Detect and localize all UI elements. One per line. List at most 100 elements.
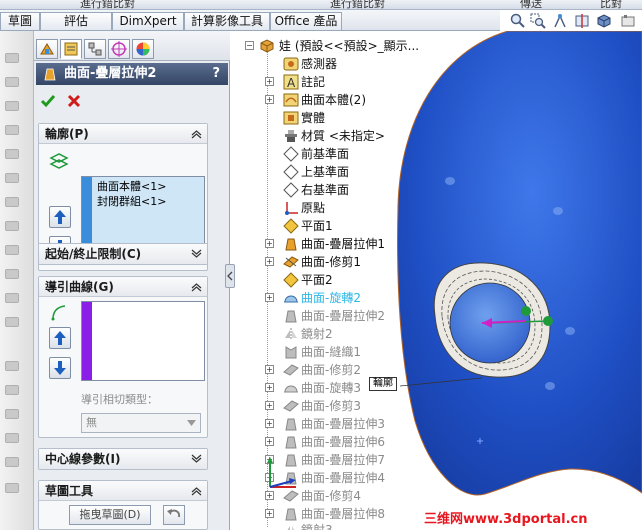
tree-item-knit1[interactable]: 曲面-縫織1 xyxy=(235,343,425,361)
guide-group-header[interactable]: 導引曲線(G) xyxy=(39,277,207,297)
tool-icon[interactable] xyxy=(5,245,19,255)
tree-item-right-plane[interactable]: 右基準面 xyxy=(235,181,425,199)
profile-group-header[interactable]: 輪廓(P) xyxy=(39,124,207,144)
panel-collapse-handle[interactable] xyxy=(225,264,235,288)
tangent-type-select[interactable]: 無 xyxy=(81,413,201,433)
sketch-tools-header[interactable]: 草圖工具 xyxy=(39,481,207,501)
tool-icon[interactable] xyxy=(5,149,19,159)
tree-item-annotations[interactable]: + A 註記 xyxy=(235,73,425,91)
move-down-button[interactable] xyxy=(49,357,71,379)
tool-icon[interactable] xyxy=(5,483,19,493)
tree-item-revolve3[interactable]: + 曲面-旋轉3 xyxy=(235,379,425,397)
tool-icon[interactable] xyxy=(5,293,19,303)
section-view-icon[interactable] xyxy=(574,13,590,29)
tree-item-mirror2[interactable]: 鏡射2 xyxy=(235,325,425,343)
tool-icon[interactable] xyxy=(5,433,19,443)
expand-toggle[interactable]: + xyxy=(265,437,274,446)
tool-icon[interactable] xyxy=(5,77,19,87)
tree-item-root[interactable]: − 娃 (預設<<預設>_顯示... xyxy=(235,37,425,55)
expand-toggle[interactable]: + xyxy=(265,383,274,392)
tool-icon[interactable] xyxy=(5,269,19,279)
configuration-tab[interactable] xyxy=(84,39,106,59)
tree-item-label: 曲面-疊層拉伸4 xyxy=(301,471,385,485)
tree-item-loft3[interactable]: + 曲面-疊層拉伸3 xyxy=(235,415,425,433)
expand-toggle[interactable]: + xyxy=(265,401,274,410)
tab-evaluate[interactable]: 評估 xyxy=(40,12,112,30)
list-item[interactable]: 封閉群組<1> xyxy=(94,194,166,209)
collapse-toggle[interactable]: − xyxy=(245,41,254,50)
featuremanager-tab[interactable] xyxy=(36,39,58,59)
expand-toggle[interactable]: + xyxy=(265,257,274,266)
tool-icon[interactable] xyxy=(5,385,19,395)
expand-toggle[interactable]: + xyxy=(265,77,274,86)
display-manager-tab[interactable] xyxy=(132,39,154,59)
chevron-up-icon[interactable] xyxy=(191,129,202,139)
tree-item-plane1[interactable]: 平面1 xyxy=(235,217,425,235)
tool-icon[interactable] xyxy=(5,457,19,467)
doll-body-surface[interactable] xyxy=(397,31,642,496)
expand-toggle[interactable]: + xyxy=(265,95,274,104)
tool-icon[interactable] xyxy=(5,409,19,419)
tree-item-trim3[interactable]: + 曲面-修剪3 xyxy=(235,397,425,415)
move-up-button[interactable] xyxy=(49,327,71,349)
tree-item-top-plane[interactable]: 上基準面 xyxy=(235,163,425,181)
help-icon[interactable]: ? xyxy=(212,63,220,85)
tree-item-loft1[interactable]: + 曲面-疊層拉伸1 xyxy=(235,235,425,253)
tab-dimxpert[interactable]: DimXpert xyxy=(112,12,184,30)
guide-curve-list[interactable] xyxy=(81,301,205,381)
tree-item-surface-bodies[interactable]: + 曲面本體(2) xyxy=(235,91,425,109)
chevron-up-icon[interactable] xyxy=(191,282,202,292)
start-end-constraints-group[interactable]: 起始/終止限制(C) xyxy=(38,243,208,265)
tree-item-trim2[interactable]: + 曲面-修剪2 xyxy=(235,361,425,379)
expand-toggle[interactable]: + xyxy=(265,365,274,374)
propertymanager-tab[interactable] xyxy=(60,39,82,59)
start-end-group-header[interactable]: 起始/終止限制(C) xyxy=(39,244,207,264)
tool-icon[interactable] xyxy=(5,173,19,183)
tree-item-revolve2[interactable]: + 曲面-旋轉2 xyxy=(235,289,425,307)
tab-office[interactable]: Office 產品 xyxy=(270,12,342,30)
chevron-down-icon[interactable] xyxy=(191,454,202,464)
connector-handle[interactable] xyxy=(543,316,553,326)
tree-item-origin[interactable]: 原點 xyxy=(235,199,425,217)
expand-toggle[interactable]: + xyxy=(265,509,274,518)
expand-toggle[interactable]: + xyxy=(265,419,274,428)
undo-button[interactable] xyxy=(163,505,185,525)
model-viewport[interactable] xyxy=(390,31,642,530)
tool-icon[interactable] xyxy=(5,361,19,371)
cancel-x-icon[interactable] xyxy=(66,93,82,109)
tree-item-mirror3[interactable]: 鏡射3 xyxy=(235,521,425,530)
tree-item-loft6[interactable]: + 曲面-疊層拉伸6 xyxy=(235,433,425,451)
view-orient-icon[interactable] xyxy=(552,13,568,29)
scene-icon[interactable] xyxy=(620,13,636,29)
tree-item-front-plane[interactable]: 前基準面 xyxy=(235,145,425,163)
centerline-group[interactable]: 中心線參數(I) xyxy=(38,448,208,470)
centerline-group-header[interactable]: 中心線參數(I) xyxy=(39,449,207,469)
ok-checkmark-icon[interactable] xyxy=(40,93,56,109)
expand-toggle[interactable]: + xyxy=(265,293,274,302)
chevron-down-icon[interactable] xyxy=(191,249,202,259)
dimxpert-tab[interactable] xyxy=(108,39,130,59)
tool-icon[interactable] xyxy=(5,53,19,63)
tab-sketch[interactable]: 草圖 xyxy=(0,12,40,30)
tree-item-solid-bodies[interactable]: 實體 xyxy=(235,109,425,127)
tree-item-trim1[interactable]: + 曲面-修剪1 xyxy=(235,253,425,271)
tool-icon[interactable] xyxy=(5,101,19,111)
tool-icon[interactable] xyxy=(5,197,19,207)
display-style-icon[interactable] xyxy=(596,13,612,29)
tree-item-material[interactable]: 材質 <未指定> xyxy=(235,127,425,145)
tool-icon[interactable] xyxy=(5,221,19,231)
expand-toggle[interactable]: + xyxy=(265,239,274,248)
tree-item-sensors[interactable]: 感測器 xyxy=(235,55,425,73)
zoom-fit-icon[interactable] xyxy=(510,13,526,29)
tab-image-tools[interactable]: 計算影像工具 xyxy=(184,12,270,30)
drag-sketch-button[interactable]: 拖曳草圖(D) xyxy=(69,505,151,525)
tool-icon[interactable] xyxy=(5,125,19,135)
tree-item-loft2[interactable]: 曲面-疊層拉伸2 xyxy=(235,307,425,325)
move-up-button[interactable] xyxy=(49,206,71,228)
list-item[interactable]: 曲面本體<1> xyxy=(94,179,166,194)
zoom-area-icon[interactable] xyxy=(530,13,546,29)
tool-icon[interactable] xyxy=(5,317,19,327)
chevron-up-icon[interactable] xyxy=(191,486,202,496)
connector-handle[interactable] xyxy=(521,306,531,316)
tree-item-plane2[interactable]: 平面2 xyxy=(235,271,425,289)
